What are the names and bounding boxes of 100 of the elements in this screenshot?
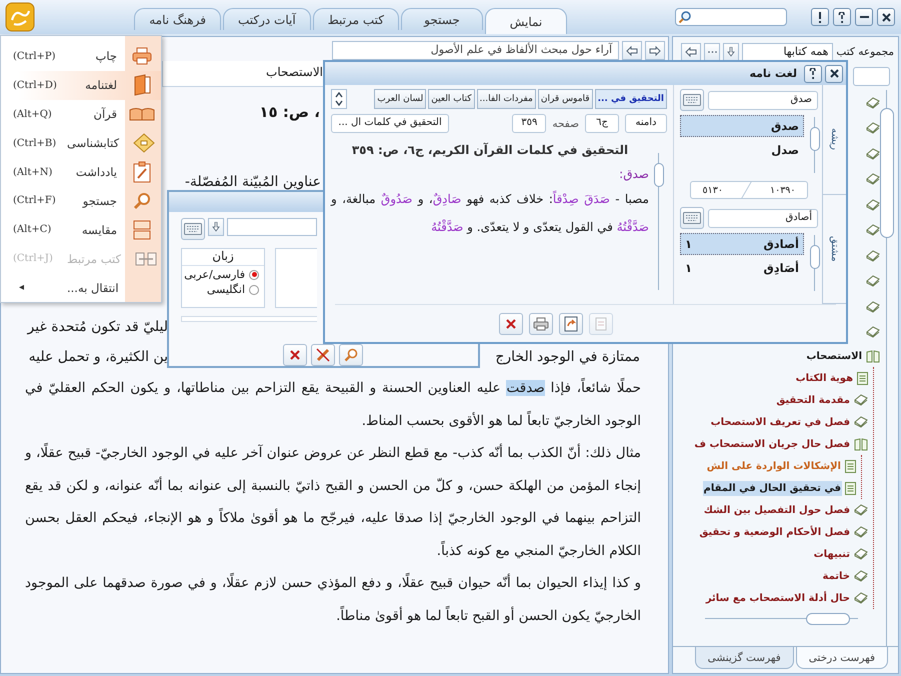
tree-item[interactable]: الاستصحاب	[805, 348, 863, 364]
back-button[interactable]	[681, 42, 701, 62]
derived-field[interactable]: أصادق	[708, 208, 818, 228]
help-icon	[809, 68, 817, 79]
book-icon	[866, 275, 880, 288]
tree-item[interactable]: حال أدلة الاستصحاب مع سائر	[704, 590, 851, 606]
list-item[interactable]: صدق	[680, 115, 804, 137]
keyboard-button[interactable]	[181, 218, 205, 240]
range-button[interactable]: دامنه	[625, 114, 667, 133]
list-item[interactable]: أصَادِق ١	[680, 257, 804, 279]
book-icon	[866, 198, 880, 211]
menu-item[interactable]: ◂ انتقال به...	[1, 273, 161, 302]
tree-item[interactable]: خاتمة	[822, 568, 851, 584]
volume-field[interactable]: ج٦	[585, 114, 619, 133]
book-tab[interactable]: لسان العرب	[374, 89, 426, 109]
search-input[interactable]	[227, 218, 317, 236]
book-icon	[866, 300, 880, 313]
printer-icon	[132, 47, 152, 66]
book-tab[interactable]: التحقيق في ...	[594, 89, 667, 109]
keyboard-button[interactable]	[680, 207, 704, 229]
tab[interactable]: کتب مرتبط	[312, 8, 399, 30]
minimize-button[interactable]	[855, 8, 873, 26]
text-line: ممتازة في الوجود الخارج	[494, 349, 641, 365]
book-tab[interactable]: قاموس قران	[538, 89, 593, 109]
tree-item[interactable]: في تحقيق الحال في المقام	[702, 480, 842, 496]
export-button[interactable]	[558, 312, 582, 334]
close-icon	[830, 69, 838, 78]
list-item[interactable]: أصادق ١	[680, 233, 804, 255]
tree-item[interactable]: فصل في تعريف الاستصحاب	[710, 414, 851, 430]
help-icon	[838, 12, 846, 22]
tree-item[interactable]: فصل حول التفصيل بين الشك	[702, 502, 851, 518]
text-line: عناوين المُبيّنة المُفصّلة-	[184, 174, 322, 190]
search-button[interactable]	[339, 344, 363, 366]
book-field[interactable]: التحقيق في كلمات ال ...	[331, 114, 449, 133]
tree-item[interactable]: تنبيهات	[812, 546, 851, 562]
tree-item[interactable]: الإشكالات الواردة على الش	[706, 458, 842, 474]
spinner-button[interactable]	[331, 89, 347, 109]
compare-icon	[133, 220, 151, 240]
paragraph: و كذا إيذاء الحيوان بما أنّه حيوان قبيح عقلًا، و دفع المؤذي حسن لازم عقلًا، و في صورة صدقهما على الموجود الخارجيّ يكون الحسن أو القبح تابعاً لما هو أقوىٰ مناطاً.	[24, 572, 642, 626]
linked-pages-icon	[135, 250, 157, 267]
tree-item[interactable]: هوية الكتاب	[794, 370, 854, 386]
alert-button[interactable]	[811, 8, 829, 26]
print-button[interactable]	[528, 312, 552, 334]
page-icon	[845, 482, 856, 494]
tab[interactable]: فرهنگ نامه	[134, 8, 221, 30]
list-item[interactable]: صدل	[680, 139, 804, 161]
page-field[interactable]: ٣٥٩	[512, 114, 546, 133]
collection-select[interactable]: همه کتابها	[742, 43, 834, 61]
headword: صدق:	[618, 166, 649, 183]
dropdown-button[interactable]	[208, 218, 224, 236]
close-button[interactable]	[498, 312, 522, 334]
book-icon	[866, 224, 880, 236]
entry-text: مصبا - صَدَقَ صِدْقاً: خلاف كذبه فهو صَادِقٌ، و صَدُوقٌ مبالغة، و صَدَّقْتُهُ في القول يتعدّى و لا يتعدّى. و صَدَّقْتُهُ	[331, 190, 649, 236]
tree-item[interactable]: فصل حال جريان الاستصحاب ف	[693, 436, 851, 452]
collection-label: مجموعه کتب	[836, 46, 894, 58]
more-button[interactable]	[704, 43, 720, 61]
logo-icon[interactable]	[5, 2, 35, 32]
forward-button[interactable]	[645, 41, 665, 60]
tab[interactable]: جستجو	[401, 8, 483, 30]
search-field[interactable]	[853, 67, 890, 86]
close-icon	[882, 12, 890, 22]
search-icon	[133, 192, 151, 210]
close-button[interactable]	[825, 64, 843, 82]
back-button[interactable]	[622, 41, 642, 60]
book-icon	[866, 173, 880, 186]
range-field[interactable]: ١٠٣٩٠ ٥١٣٠	[690, 181, 808, 199]
notepad-icon	[133, 161, 151, 183]
text-line: ين الكثيرة، و تحمل عليه	[28, 349, 168, 365]
radio-button[interactable]	[249, 284, 259, 295]
book-icon	[854, 548, 868, 560]
book-tab[interactable]: مفردات الفا...	[476, 89, 536, 109]
help-button[interactable]	[804, 64, 822, 82]
radio-label: انگلیسی	[206, 283, 245, 296]
book-icon	[866, 250, 880, 262]
tab[interactable]: فهرست درختی	[796, 647, 888, 669]
book-path-field[interactable]: آراء حول مبحث الألفاظ في علم الأصول	[332, 41, 619, 60]
search-field[interactable]	[675, 8, 787, 26]
book-icon	[854, 526, 868, 538]
radio-button[interactable]	[249, 270, 259, 280]
keyboard-button[interactable]	[680, 89, 704, 111]
vertical-tab[interactable]: ریشه	[823, 85, 846, 194]
tree-item[interactable]: فصل الأحكام الوضعية و تحقيق	[698, 524, 851, 540]
close-button[interactable]	[877, 8, 895, 26]
tree-item[interactable]: مقدمة التحقيق	[775, 392, 851, 408]
vertical-tab[interactable]: مشتق	[823, 194, 846, 304]
paragraph: حملًا شائعاً، فإذا صدقت عليه العناوين الحسنة و القبيحة يقع التزاحم بين مناطاتها، و يكون الحكم العقليّ في الوجود الخارجيّ تابعاً لما هو الأقوى بحسب المناط.	[24, 377, 642, 430]
book-icon	[854, 592, 868, 604]
dropdown-button[interactable]	[723, 43, 739, 61]
options-group	[275, 248, 317, 308]
tab[interactable]: آیات درکتب	[222, 8, 311, 30]
tab[interactable]: نمایش	[485, 8, 567, 34]
radio-label: فارسی/عربی	[184, 268, 245, 282]
book-icon	[866, 148, 880, 160]
tab[interactable]: فهرست گزینشی	[694, 647, 794, 669]
book-tab[interactable]: كتاب العين	[428, 89, 475, 109]
clear-button[interactable]	[311, 344, 335, 366]
search-icon	[678, 10, 692, 24]
close-button[interactable]	[283, 344, 307, 366]
root-field[interactable]: صدق	[708, 90, 818, 110]
help-button[interactable]	[833, 8, 851, 26]
